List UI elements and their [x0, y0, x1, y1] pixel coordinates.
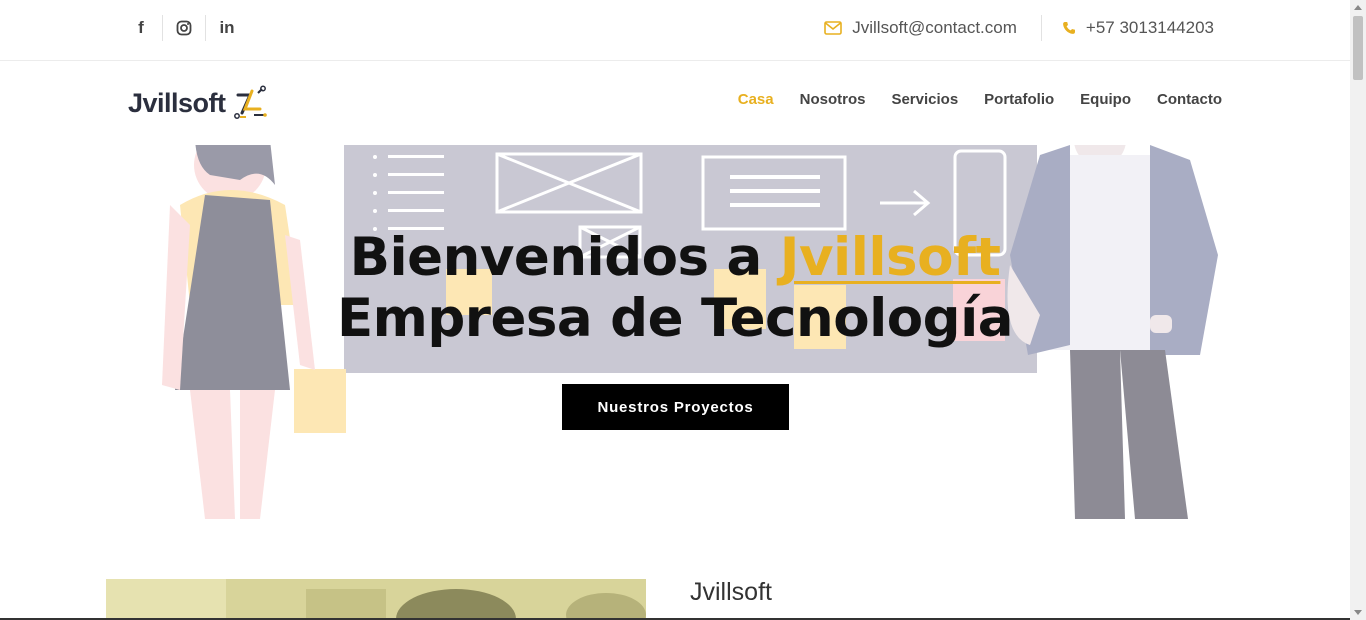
phone-contact[interactable]: +57 3013144203 — [1062, 18, 1214, 38]
phone-text: +57 3013144203 — [1085, 18, 1214, 37]
hero-heading-line2: Empresa de Tecnología — [336, 288, 1014, 349]
facebook-icon: f — [138, 18, 144, 37]
nav-item-portafolio[interactable]: Portafolio — [984, 91, 1054, 108]
logo[interactable]: Jvillsoft — [128, 85, 268, 121]
envelope-icon — [824, 21, 843, 35]
nav-item-equipo[interactable]: Equipo — [1080, 91, 1131, 108]
nav-item-contacto[interactable]: Contacto — [1157, 91, 1222, 108]
hero-heading-line1: Bienvenidos a Jvillsoft — [0, 227, 1350, 288]
projects-button[interactable]: Nuestros Proyectos — [562, 384, 789, 430]
instagram-link[interactable] — [163, 14, 205, 42]
contact-info: Jvillsoft@contact.com +57 3013144203 — [824, 14, 1214, 42]
phone-icon — [1062, 22, 1075, 34]
top-bar: f in Jvillsoft@contact.com +57 301314420… — [0, 0, 1350, 61]
hero-heading-prefix: Bienvenidos a — [349, 227, 780, 288]
scrollbar[interactable] — [1350, 0, 1366, 620]
social-links: f in — [120, 14, 248, 42]
main-header: Jvillsoft Casa Nosotros Servicios Portaf… — [0, 61, 1350, 145]
scrollbar-thumb[interactable] — [1353, 16, 1363, 80]
email-text: Jvillsoft@contact.com — [852, 18, 1017, 37]
linkedin-icon: in — [219, 18, 235, 37]
logo-text: Jvillsoft — [128, 87, 226, 118]
instagram-icon — [176, 20, 192, 36]
nav-item-servicios[interactable]: Servicios — [891, 91, 958, 108]
scroll-up-arrow[interactable] — [1354, 5, 1362, 10]
hero-heading-brand[interactable]: Jvillsoft — [780, 227, 1001, 288]
logo-icon — [233, 85, 267, 119]
scroll-down-arrow[interactable] — [1354, 610, 1362, 615]
divider — [1040, 15, 1042, 41]
email-contact[interactable]: Jvillsoft@contact.com — [824, 18, 1017, 38]
main-nav: Casa Nosotros Servicios Portafolio Equip… — [738, 91, 1222, 108]
about-image — [106, 579, 646, 620]
about-photo — [106, 579, 646, 620]
about-title: Jvillsoft — [690, 578, 772, 606]
facebook-link[interactable]: f — [120, 14, 162, 42]
nav-item-nosotros[interactable]: Nosotros — [800, 91, 866, 108]
hero-section: Bienvenidos a Jvillsoft Empresa de Tecno… — [0, 145, 1350, 519]
nav-item-casa[interactable]: Casa — [738, 91, 774, 108]
linkedin-link[interactable]: in — [206, 14, 248, 42]
hero-heading: Bienvenidos a Jvillsoft Empresa de Tecno… — [0, 227, 1350, 349]
